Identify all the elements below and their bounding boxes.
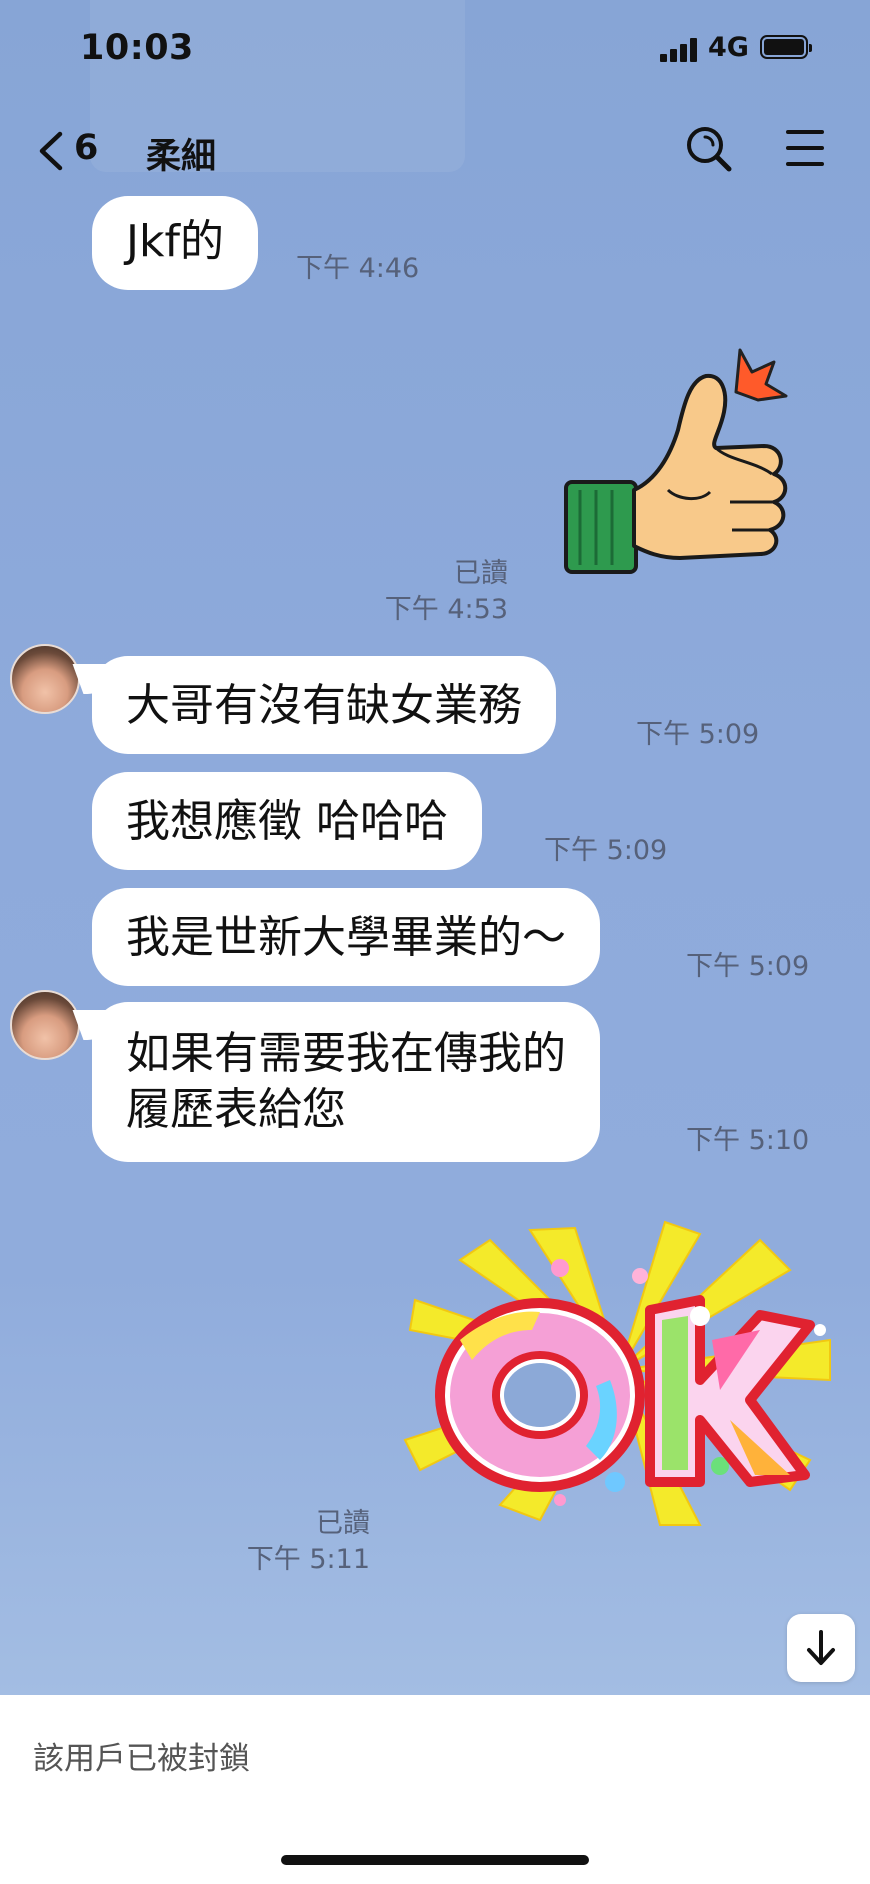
scroll-to-bottom-button[interactable] bbox=[787, 1614, 855, 1682]
status-bar: 10:03 4G bbox=[0, 0, 870, 100]
message-timestamp: 下午 5:09 bbox=[544, 835, 668, 866]
back-icon[interactable] bbox=[34, 128, 74, 174]
message-timestamp: 下午 5:10 bbox=[686, 1125, 810, 1156]
message-bubble[interactable]: 我是世新大學畢業的～ bbox=[92, 888, 600, 986]
ok-sticker[interactable] bbox=[400, 1220, 840, 1530]
read-receipt: 已讀 下午 5:11 bbox=[210, 1506, 370, 1578]
message-text: 我是世新大學畢業的～ bbox=[126, 912, 566, 963]
signal-icon bbox=[660, 38, 698, 62]
search-icon[interactable] bbox=[684, 124, 734, 174]
message-timestamp: 下午 5:11 bbox=[246, 1544, 370, 1575]
read-receipt: 已讀 下午 4:53 bbox=[330, 556, 508, 628]
avatar[interactable] bbox=[10, 644, 80, 714]
thumbs-up-sticker[interactable] bbox=[560, 340, 800, 590]
message-text-line: 如果有需要我在傳我的 bbox=[126, 1028, 566, 1079]
message-text: Jkf的 bbox=[126, 216, 224, 267]
message-text-line: 履歷表給您 bbox=[126, 1084, 346, 1135]
message-timestamp: 下午 5:09 bbox=[636, 719, 760, 750]
blocked-notice-bar: 該用戶已被封鎖 bbox=[0, 1695, 870, 1884]
message-timestamp: 下午 5:09 bbox=[686, 951, 810, 982]
chat-header: 6 柔細 bbox=[0, 110, 870, 190]
read-status: 已讀 bbox=[454, 558, 508, 589]
battery-icon bbox=[760, 35, 812, 59]
message-bubble[interactable]: 大哥有沒有缺女業務 bbox=[92, 656, 556, 754]
chat-title: 柔細 bbox=[146, 137, 217, 177]
avatar[interactable] bbox=[10, 990, 80, 1060]
message-timestamp: 下午 4:46 bbox=[296, 253, 420, 284]
unread-count[interactable]: 6 bbox=[74, 128, 98, 168]
message-bubble[interactable]: 如果有需要我在傳我的 履歷表給您 bbox=[92, 1002, 600, 1162]
arrow-down-icon bbox=[807, 1630, 835, 1665]
blocked-status-text: 該用戶已被封鎖 bbox=[33, 1741, 250, 1777]
network-type: 4G bbox=[708, 32, 749, 63]
message-text: 我想應徵 哈哈哈 bbox=[126, 796, 448, 847]
home-indicator[interactable] bbox=[281, 1855, 589, 1865]
message-bubble[interactable]: Jkf的 bbox=[92, 196, 258, 290]
message-text: 大哥有沒有缺女業務 bbox=[126, 680, 522, 731]
read-status: 已讀 bbox=[316, 1508, 370, 1539]
menu-icon[interactable] bbox=[786, 128, 826, 168]
message-bubble[interactable]: 我想應徵 哈哈哈 bbox=[92, 772, 482, 870]
status-time: 10:03 bbox=[80, 28, 194, 68]
message-timestamp: 下午 4:53 bbox=[384, 594, 508, 625]
